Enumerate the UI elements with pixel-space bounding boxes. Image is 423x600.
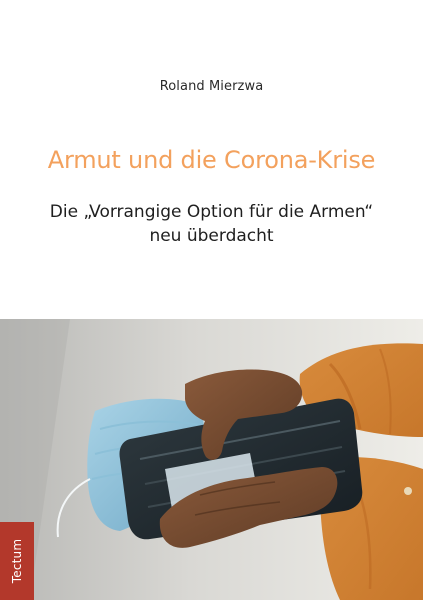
- book-subtitle: Die „Vorrangige Option für die Armen“ ne…: [40, 200, 383, 248]
- subtitle-line-1: Die „Vorrangige Option für die Armen“: [49, 202, 374, 222]
- book-title: Armut und die Corona-Krise: [47, 146, 376, 174]
- cover-photo-illustration: [0, 319, 423, 600]
- publisher-name: Tectum: [10, 538, 25, 584]
- book-cover: Roland Mierzwa Armut und die Corona-Kris…: [0, 0, 423, 600]
- publisher-tab: Tectum: [0, 522, 34, 600]
- sleeve-button: [404, 487, 412, 495]
- author-name: Roland Mierzwa: [159, 79, 264, 94]
- cover-photo: [0, 319, 423, 600]
- subtitle-line-2: neu überdacht: [149, 226, 274, 246]
